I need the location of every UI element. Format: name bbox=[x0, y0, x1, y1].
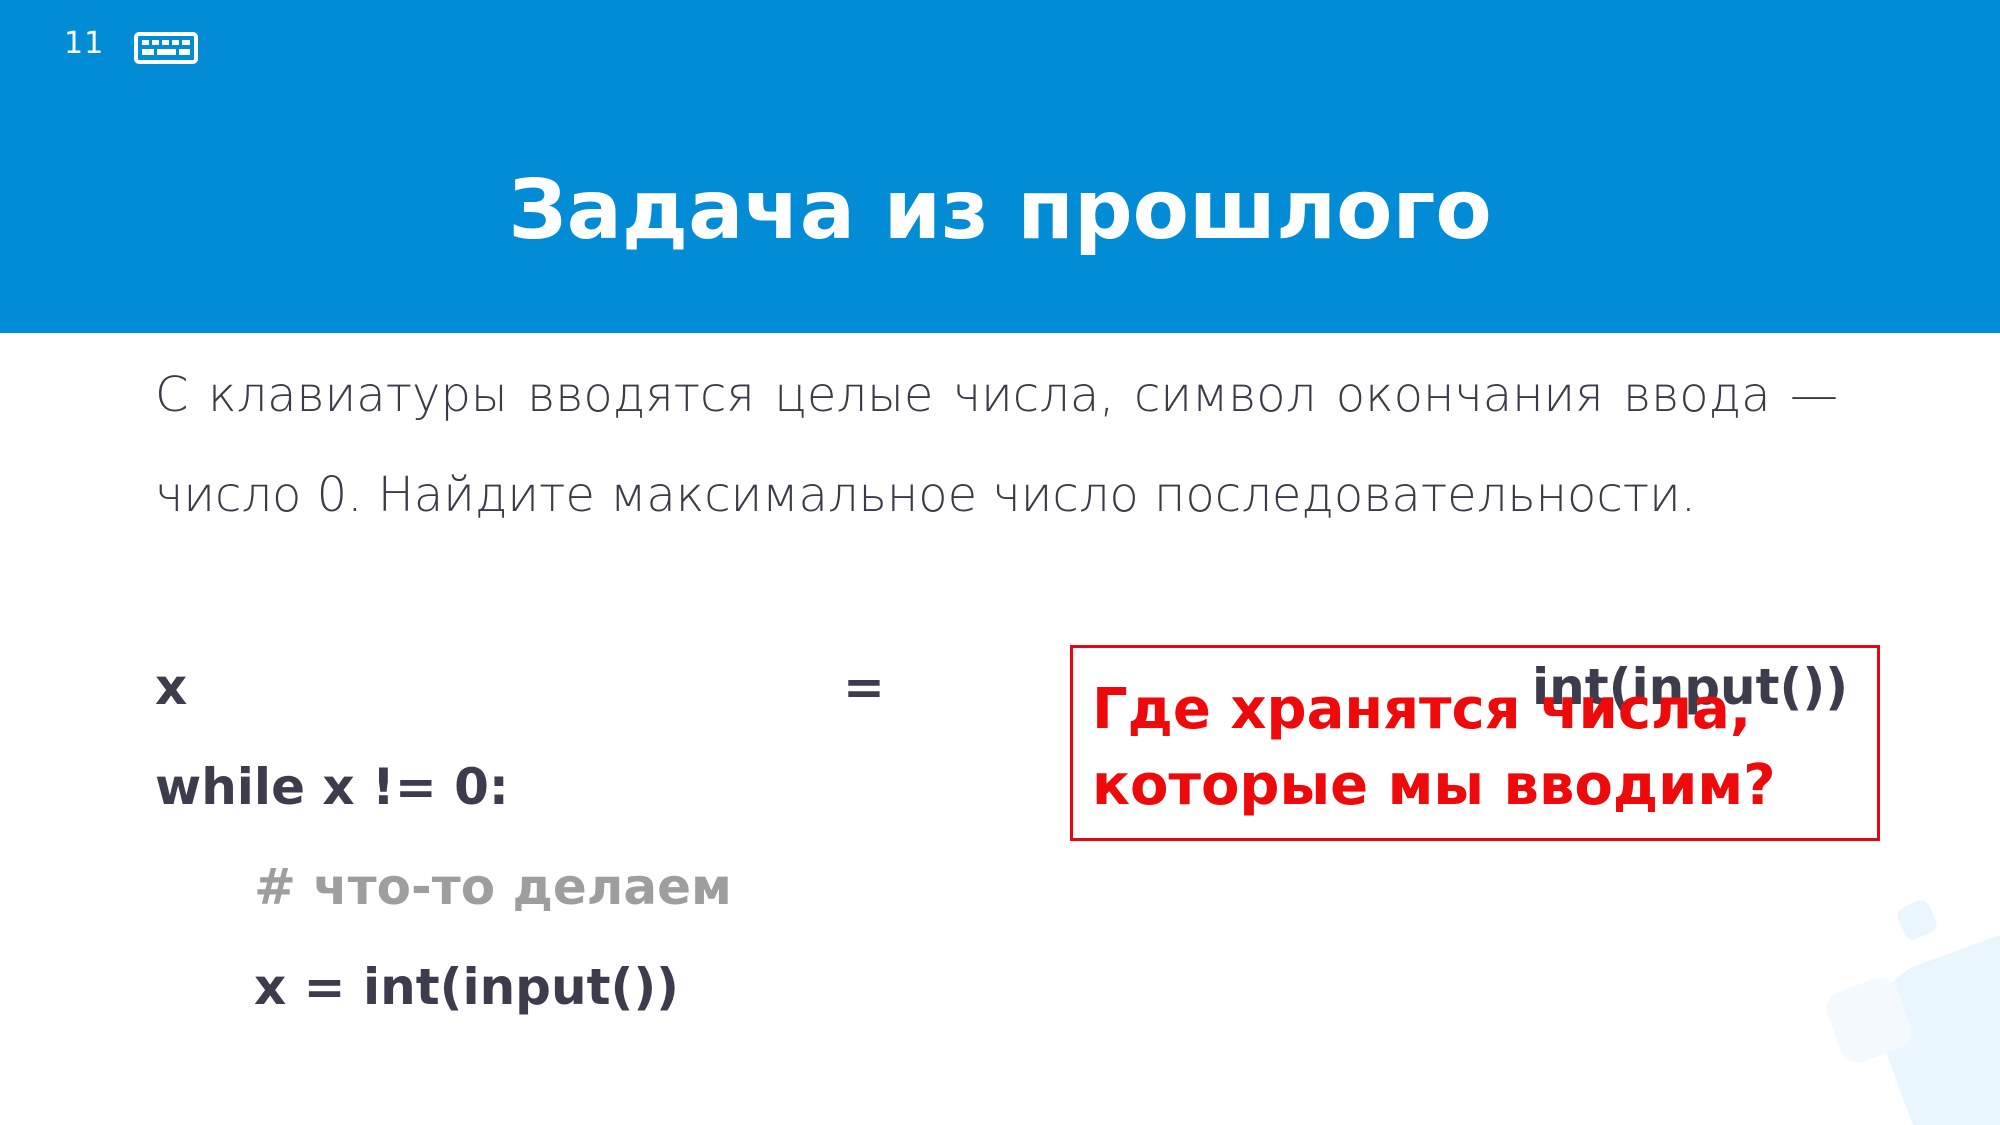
code-equals: = bbox=[843, 658, 885, 716]
code-comment: # что-то делаем bbox=[254, 858, 732, 916]
callout-question: Где хранятся числа, которые мы вводим? bbox=[1092, 672, 1872, 824]
callout-line-2: которые мы вводим? bbox=[1092, 753, 1776, 818]
slide-title: Задача из прошлого bbox=[508, 163, 1492, 258]
code-var-x: x bbox=[155, 658, 188, 716]
keyboard-icon bbox=[134, 32, 198, 64]
decorative-shapes bbox=[1826, 900, 2000, 1125]
code-assign-line: x = int(input()) bbox=[254, 958, 680, 1016]
slide-header: 11 Задача из прошлого bbox=[0, 0, 2000, 333]
slide-number: 11 bbox=[64, 26, 105, 61]
code-while-line: while x != 0: bbox=[155, 758, 509, 816]
task-description: С клавиатуры вводятся целые числа, симво… bbox=[155, 367, 1838, 523]
callout-line-1: Где хранятся числа, bbox=[1092, 677, 1752, 742]
